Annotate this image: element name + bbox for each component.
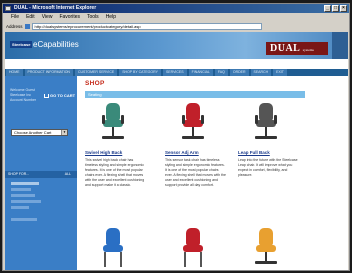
nav-tab-search[interactable]: SEARCH xyxy=(250,69,272,76)
nav-tab-order[interactable]: ORDER xyxy=(229,69,249,76)
sidebar-item[interactable] xyxy=(11,188,31,191)
product-card[interactable]: Swivel High Back This swivel high back c… xyxy=(85,101,153,187)
menu-favorites[interactable]: Favorites xyxy=(59,13,80,21)
menu-edit[interactable]: Edit xyxy=(26,13,35,21)
nav-tab-services[interactable]: SERVICES xyxy=(162,69,187,76)
dual-logo: DUAL systems xyxy=(266,42,328,55)
nav-tab-faq[interactable]: FAQ xyxy=(214,69,228,76)
banner-end xyxy=(332,32,348,59)
site-banner: Steelcase eCapabilities DUAL systems xyxy=(5,32,348,59)
cart-icon xyxy=(44,93,49,98)
sidebar-item[interactable] xyxy=(11,194,35,197)
menu-file[interactable]: File xyxy=(11,13,19,21)
sidebar: Welcome Guest Steelcase Inc Account Numb… xyxy=(5,76,77,270)
sidebar-item[interactable] xyxy=(11,218,37,221)
go-to-cart-link[interactable]: GO TO CART xyxy=(44,93,75,98)
product-description: This sensor task chair has timeless styl… xyxy=(165,158,226,187)
chair-image[interactable] xyxy=(173,226,213,269)
product-description: Leap into the future with the Steelcase … xyxy=(238,158,298,177)
sidebar-item[interactable] xyxy=(11,200,41,203)
welcome-line: Account Number xyxy=(10,98,37,102)
menu-view[interactable]: View xyxy=(42,13,53,21)
steelcase-logo[interactable]: Steelcase xyxy=(10,41,33,48)
minimize-button[interactable]: _ xyxy=(324,5,331,12)
page-icon xyxy=(24,23,30,29)
app-title: eCapabilities xyxy=(33,40,79,49)
browser-icon xyxy=(5,6,11,11)
category-bar: Seating xyxy=(85,91,305,98)
address-bar: Address http://dualsystems/eprocurement/… xyxy=(3,21,349,31)
nav-tab-home[interactable]: HOME xyxy=(6,69,23,76)
nav-tab-financial[interactable]: FINANCIAL xyxy=(188,69,213,76)
address-input[interactable]: http://dualsystems/eprocurement/productc… xyxy=(31,22,262,30)
product-card[interactable] xyxy=(85,226,153,269)
chair-image[interactable] xyxy=(246,226,286,269)
sidebar-category-list xyxy=(11,182,51,221)
menu-bar: File Edit View Favorites Tools Help xyxy=(3,13,349,21)
product-name-link[interactable]: Swivel High Back xyxy=(85,150,122,155)
cart-select-value: Choose Another Cart xyxy=(14,130,52,135)
maximize-button[interactable]: □ xyxy=(332,5,339,12)
chair-image[interactable] xyxy=(173,101,213,144)
page-title: SHOP xyxy=(85,80,105,87)
nav-tab-customer-service[interactable]: CUSTOMER SERVICE xyxy=(74,69,118,76)
product-card[interactable]: Leap Full Back Leap into the future with… xyxy=(238,101,306,177)
chair-image[interactable] xyxy=(246,101,286,144)
product-name-link[interactable]: Sensor Adj Arm xyxy=(165,150,199,155)
title-bar: DUAL - Microsoft Internet Explorer _ □ × xyxy=(3,4,349,13)
menu-tools[interactable]: Tools xyxy=(87,13,99,21)
sidebar-item[interactable] xyxy=(11,182,39,185)
main-content: SHOP Seating Swivel High Back This swive… xyxy=(85,76,347,270)
shop-for-label: SHOP FOR... xyxy=(8,172,30,176)
sidebar-item[interactable] xyxy=(11,206,29,209)
brand-name: DUAL xyxy=(270,43,300,54)
chair-image[interactable] xyxy=(93,226,133,269)
product-description: This swivel high back chair has timeless… xyxy=(85,158,145,187)
cart-label: GO TO CART xyxy=(50,93,76,98)
nav-tab-shop-by-category[interactable]: SHOP BY CATEGORY xyxy=(119,69,161,76)
product-card[interactable]: Sensor Adj Arm This sensor task chair ha… xyxy=(165,101,233,187)
close-button[interactable]: × xyxy=(340,5,347,12)
product-name-link[interactable]: Leap Full Back xyxy=(238,150,270,155)
web-page: Steelcase eCapabilities DUAL systems HOM… xyxy=(5,32,348,270)
browser-window: DUAL - Microsoft Internet Explorer _ □ ×… xyxy=(2,3,350,271)
brand-sub: systems xyxy=(302,48,314,52)
chair-image[interactable] xyxy=(93,101,133,144)
shop-for-all-link[interactable]: ALL xyxy=(65,171,71,178)
chevron-down-icon: ▼ xyxy=(61,130,67,135)
address-label: Address xyxy=(6,23,23,29)
product-card[interactable] xyxy=(238,226,306,269)
window-title: DUAL - Microsoft Internet Explorer xyxy=(14,5,97,11)
menu-help[interactable]: Help xyxy=(106,13,116,21)
shop-for-header: SHOP FOR... ALL xyxy=(5,171,77,178)
cart-select[interactable]: Choose Another Cart ▼ xyxy=(11,129,68,136)
nav-tab-exit[interactable]: EXIT xyxy=(273,69,287,76)
main-nav: HOME PRODUCT INFORMATION CUSTOMER SERVIC… xyxy=(5,69,348,76)
nav-tab-product-information[interactable]: PRODUCT INFORMATION xyxy=(24,69,73,76)
product-card[interactable] xyxy=(165,226,233,269)
